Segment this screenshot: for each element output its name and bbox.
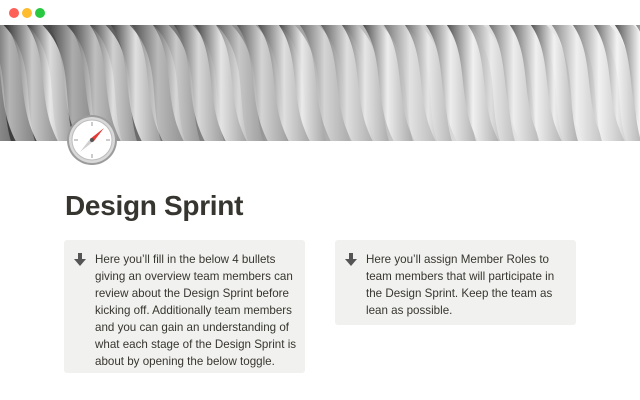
window-titlebar: [0, 0, 640, 25]
page-title[interactable]: Design Sprint: [65, 190, 243, 222]
compass-icon[interactable]: [66, 114, 118, 166]
arrow-down-icon: [345, 253, 357, 266]
arrow-down-icon: [74, 253, 86, 266]
close-window-button[interactable]: [9, 8, 19, 18]
callout-text[interactable]: Here you’ll assign Member Roles to team …: [366, 251, 568, 319]
callout-overview[interactable]: Here you’ll fill in the below 4 bullets …: [64, 240, 305, 373]
minimize-window-button[interactable]: [22, 8, 32, 18]
callout-text[interactable]: Here you’ll fill in the below 4 bullets …: [95, 251, 297, 370]
callout-member-roles[interactable]: Here you’ll assign Member Roles to team …: [335, 240, 576, 325]
zoom-window-button[interactable]: [35, 8, 45, 18]
